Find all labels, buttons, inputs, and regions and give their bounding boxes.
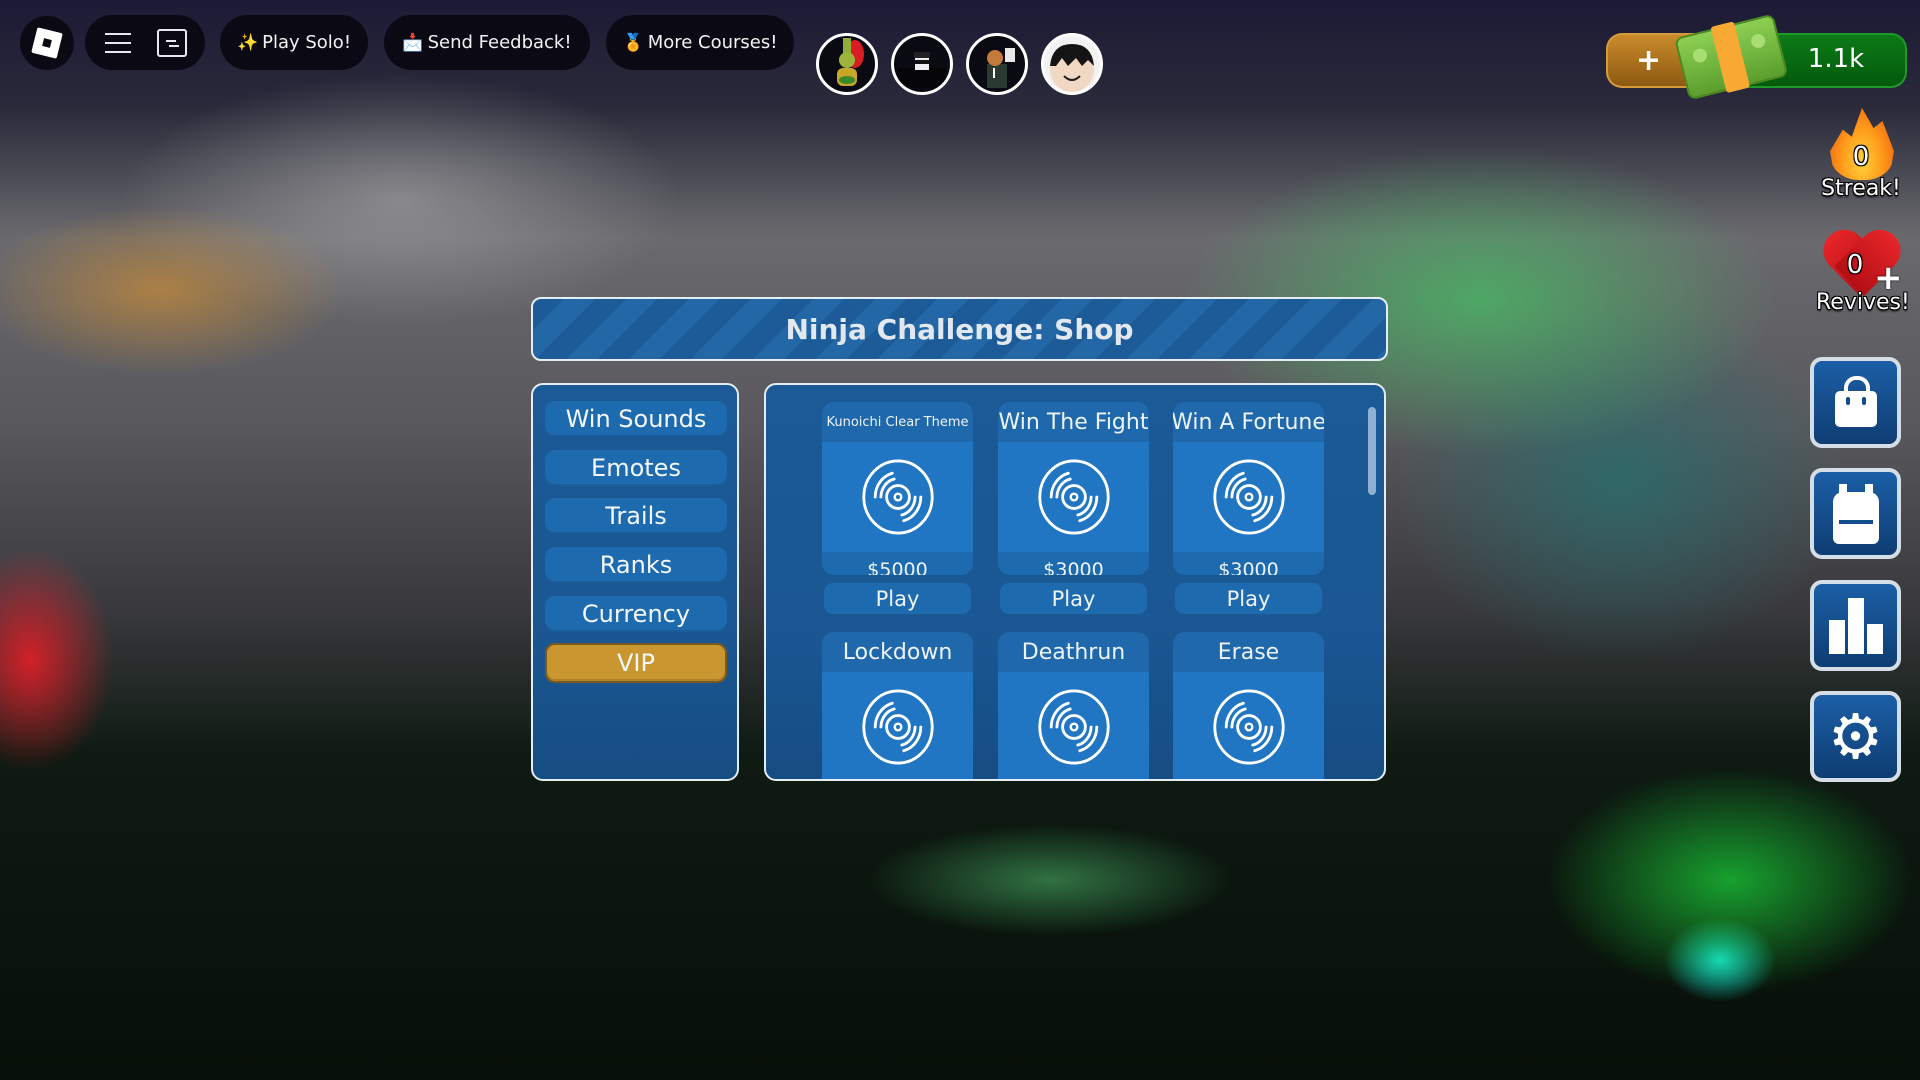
more-courses-label: More Courses!	[647, 32, 778, 53]
play-preview-button[interactable]: Play	[824, 583, 971, 614]
streak-indicator: 0 Streak!	[1816, 108, 1906, 204]
vinyl-disc-icon	[1211, 687, 1287, 767]
plus-icon: +	[1636, 43, 1662, 78]
shop-item-card[interactable]: Deathrun	[998, 632, 1149, 779]
item-name: Lockdown	[822, 632, 973, 672]
gear-icon: ⚙	[1827, 699, 1884, 773]
category-trails[interactable]: Trails	[545, 498, 727, 534]
vinyl-disc-icon	[1211, 457, 1287, 537]
play-preview-button[interactable]: Play	[1175, 583, 1322, 614]
shop-title: Ninja Challenge: Shop	[785, 312, 1134, 346]
shop-item-card[interactable]: Lockdown	[822, 632, 973, 779]
leaderboard-button[interactable]	[1810, 580, 1901, 671]
shop-item-card[interactable]: Win A Fortune $3000	[1173, 402, 1324, 575]
item-name: Erase	[1173, 632, 1324, 672]
player-avatar-3[interactable]	[966, 33, 1028, 95]
shop-item-card[interactable]: Win The Fight $3000	[998, 402, 1149, 575]
player-avatar-2[interactable]	[891, 33, 953, 95]
revives-label: Revives!	[1816, 290, 1910, 315]
category-vip[interactable]: VIP	[545, 643, 727, 683]
item-price: $5000	[822, 552, 973, 575]
revives-button[interactable]: 0 + Revives!	[1814, 228, 1910, 328]
roblox-logo-icon	[31, 27, 63, 59]
bar-chart-icon	[1828, 597, 1883, 654]
hamburger-menu-icon[interactable]	[105, 33, 131, 53]
category-ranks[interactable]: Ranks	[545, 547, 727, 583]
play-preview-button[interactable]: Play	[1000, 583, 1147, 614]
streak-value: 0	[1852, 142, 1870, 172]
currency-bar: + 1.1k	[1606, 13, 1907, 101]
avatar-figure-icon	[1050, 44, 1094, 92]
send-feedback-button[interactable]: 📩 Send Feedback!	[384, 15, 590, 70]
shop-title-banner: Ninja Challenge: Shop	[531, 297, 1388, 361]
item-name: Deathrun	[998, 632, 1149, 672]
item-price: $3000	[998, 552, 1149, 575]
backpack-icon	[1832, 483, 1879, 544]
sparkles-icon: ✨	[236, 32, 259, 53]
category-emotes[interactable]: Emotes	[545, 450, 727, 486]
items-panel: Kunoichi Clear Theme $5000 Win The Fight…	[764, 383, 1386, 781]
items-scrollbar[interactable]	[1368, 407, 1376, 495]
player-avatar-1[interactable]	[816, 33, 878, 95]
inventory-button[interactable]	[1810, 468, 1901, 559]
item-name: Win A Fortune	[1173, 402, 1324, 442]
roblox-menu-button[interactable]	[20, 16, 74, 70]
vinyl-disc-icon	[860, 687, 936, 767]
avatar-figure-icon	[987, 48, 1015, 88]
play-solo-button[interactable]: ✨ Play Solo!	[220, 15, 368, 70]
medal-icon: 🏅	[622, 32, 644, 53]
vinyl-disc-icon	[860, 457, 936, 537]
item-name: Kunoichi Clear Theme	[822, 402, 973, 442]
more-courses-button[interactable]: 🏅 More Courses!	[606, 15, 794, 70]
play-solo-label: Play Solo!	[262, 32, 352, 53]
item-price: $3000	[1173, 552, 1324, 575]
item-name: Win The Fight	[998, 402, 1149, 442]
category-win-sounds[interactable]: Win Sounds	[545, 401, 727, 437]
currency-value: 1.1k	[1807, 44, 1865, 74]
category-panel: Win Sounds Emotes Trails Ranks Currency …	[531, 383, 739, 781]
avatar-figure-icon	[837, 38, 864, 86]
vinyl-disc-icon	[1036, 457, 1112, 537]
shop-item-card[interactable]: Kunoichi Clear Theme $5000	[822, 402, 973, 575]
settings-button[interactable]: ⚙	[1810, 691, 1901, 782]
cash-stack-icon	[1668, 3, 1795, 109]
avatar-figure-icon	[898, 52, 946, 88]
menu-pill: 5	[85, 15, 271, 70]
chat-icon[interactable]: 5	[157, 27, 271, 57]
send-feedback-label: Send Feedback!	[427, 32, 572, 53]
category-currency[interactable]: Currency	[545, 596, 727, 632]
vinyl-disc-icon	[1036, 687, 1112, 767]
player-avatar-4[interactable]	[1041, 33, 1103, 95]
envelope-icon: 📩	[402, 32, 424, 53]
streak-label: Streak!	[1821, 176, 1901, 201]
shop-item-card[interactable]: Erase	[1173, 632, 1324, 779]
shop-button[interactable]	[1810, 357, 1901, 448]
shopping-bag-icon	[1834, 375, 1877, 427]
